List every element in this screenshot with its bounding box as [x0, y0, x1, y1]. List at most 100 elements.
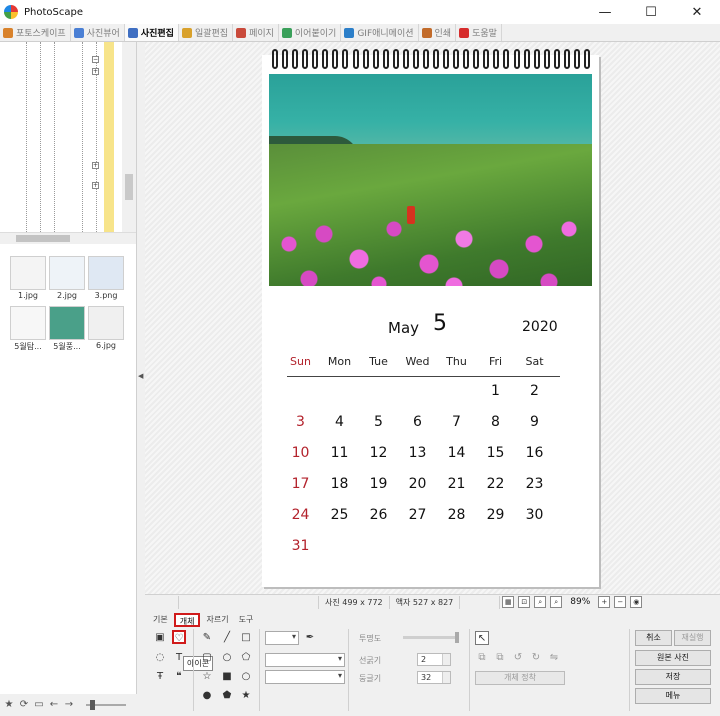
quote-icon[interactable]: ❝ [172, 670, 186, 684]
photo-icon[interactable]: ▣ [153, 631, 167, 645]
thumbnail-item[interactable]: 3.png [86, 254, 126, 304]
original-photo-button[interactable]: 원본 사진 [635, 650, 711, 666]
redo-button[interactable]: 재실행 [674, 630, 711, 646]
tool-subtab[interactable]: 자르기 [202, 613, 232, 627]
undo-button[interactable]: 취소 [635, 630, 672, 646]
dash-style-combo[interactable] [265, 670, 345, 684]
tab-3[interactable]: 일괄편집 [179, 24, 234, 41]
circle-icon[interactable]: ○ [220, 651, 234, 665]
filled-pentagon-icon[interactable]: ⬟ [220, 689, 234, 703]
file-browser-pane: − + + + 1.jpg 2.jpg 3.png 5월탐... 5월풍... 6.jpg [0, 42, 136, 694]
collapse-arrow-icon[interactable]: ◀ [138, 372, 143, 380]
tab-8[interactable]: 도움말 [456, 24, 502, 41]
zoom-in-icon[interactable]: + [598, 596, 611, 608]
tab-0[interactable]: 포토스케이프 [0, 24, 71, 41]
line-icon[interactable]: ╱ [220, 631, 234, 645]
tab-1[interactable]: 사진뷰어 [71, 24, 125, 41]
folder-icon[interactable]: ▭ [33, 699, 45, 711]
weekday-header: Sun [290, 355, 311, 368]
status-frame-size: 액자 527 x 827 [390, 595, 461, 609]
filled-circle-icon[interactable]: ○ [239, 670, 253, 684]
filled-star-icon[interactable]: ★ [239, 689, 253, 703]
line-width-stepper[interactable]: 2 [417, 653, 451, 666]
tree-vertical-scrollbar[interactable] [122, 42, 136, 232]
star-icon[interactable]: ★ [3, 699, 15, 711]
actual-size-icon[interactable]: ⌕ [550, 596, 563, 608]
send-back-icon[interactable]: ⧉ [493, 651, 507, 665]
close-button[interactable]: ✕ [674, 0, 720, 24]
tree-expand-icon[interactable]: + [92, 68, 99, 75]
pane-splitter[interactable]: ◀ [136, 42, 145, 694]
thumbnail-image [10, 306, 46, 340]
tool-subtab[interactable]: 개체 [173, 613, 201, 627]
zoom-fit-icon[interactable]: ⌕ [534, 596, 547, 608]
calendar-date: 1 [491, 383, 500, 399]
rectangle-icon[interactable]: □ [239, 631, 253, 645]
thumbnail-item[interactable]: 5월탐... [8, 304, 48, 354]
filled-rect-icon[interactable]: ■ [220, 670, 234, 684]
rounded-rect-icon[interactable]: ▢ [200, 651, 214, 665]
forward-arrow-icon[interactable]: → [63, 699, 75, 711]
tree-expand-icon[interactable]: + [92, 182, 99, 189]
fit-icon[interactable]: ⊡ [518, 596, 531, 608]
tree-expand-icon[interactable]: − [92, 56, 99, 63]
tab-2[interactable]: 사진편집 [124, 24, 179, 41]
pointer-icon[interactable]: ↖ [475, 631, 489, 645]
rotate-icon[interactable]: ⟳ [18, 699, 30, 711]
tool-subtab[interactable]: 도구 [235, 613, 258, 627]
tab-label: 일괄편집 [194, 29, 229, 39]
spiral-binding [272, 49, 590, 71]
eyedropper-icon[interactable]: ✒ [303, 631, 317, 645]
folder-tree[interactable]: − + + + [0, 42, 136, 232]
calendar-date: 19 [369, 476, 388, 492]
object-fix-button[interactable]: 개체 정착 [475, 671, 565, 685]
tab-label: GIF애니메이션 [357, 29, 414, 39]
status-bar: 사진 499 x 772 액자 527 x 827 ▦ ⊡ ⌕ ⌕ 89% + … [145, 594, 720, 609]
opacity-slider[interactable] [403, 632, 459, 643]
tool-subtab[interactable]: 기본 [149, 613, 172, 627]
tree-expand-icon[interactable]: + [92, 162, 99, 169]
speech-bubble-icon[interactable]: ◌ [153, 651, 167, 665]
rotate-left-icon[interactable]: ↺ [511, 651, 525, 665]
round-stepper[interactable]: 32 [417, 671, 451, 684]
tab-7[interactable]: 인쇄 [419, 24, 457, 41]
tab-icon [3, 27, 13, 38]
bring-front-icon[interactable]: ⧉ [475, 651, 489, 665]
thumbnail-item[interactable]: 2.jpg [47, 254, 87, 304]
zoom-out-icon[interactable]: − [614, 596, 627, 608]
weekday-header: Mon [327, 355, 352, 368]
thumbnail-item[interactable]: 6.jpg [86, 304, 126, 354]
tab-5[interactable]: 이어붙이기 [279, 24, 342, 41]
thumbnail-size-slider[interactable] [86, 700, 126, 710]
binding-ring [372, 49, 379, 69]
color-combo[interactable] [265, 631, 299, 645]
tree-scroll-thumb[interactable] [125, 174, 133, 200]
maximize-button[interactable]: ☐ [628, 0, 674, 24]
rotate-right-icon[interactable]: ↻ [529, 651, 543, 665]
thumbnail-image [10, 256, 46, 290]
star-shape-icon[interactable]: ☆ [200, 670, 214, 684]
tool-subtabs: 기본 개체 자르기 도구 [149, 613, 259, 627]
tab-4[interactable]: 페이지 [233, 24, 279, 41]
thumbnail-item[interactable]: 5월풍... [47, 304, 87, 354]
filled-circle-icon[interactable]: ● [200, 689, 214, 703]
menu-button[interactable]: 메뉴 [635, 688, 711, 704]
tab-6[interactable]: GIF애니메이션 [341, 24, 419, 41]
zoom-100-icon[interactable]: ◉ [630, 596, 643, 608]
thumbnail-item[interactable]: 1.jpg [8, 254, 48, 304]
pentagon-icon[interactable]: ⬠ [239, 651, 253, 665]
minimize-button[interactable]: — [582, 0, 628, 24]
heart-icon[interactable]: ♡ [172, 630, 186, 644]
calendar-divider [287, 376, 560, 377]
magic-wand-icon[interactable]: ✎ [200, 631, 214, 645]
binding-ring [513, 49, 520, 69]
tab-label: 인쇄 [434, 29, 452, 39]
tree-hscroll-thumb[interactable] [16, 235, 70, 242]
text-format-icon[interactable]: Ŧ [153, 670, 167, 684]
back-arrow-icon[interactable]: ← [48, 699, 60, 711]
checker-icon[interactable]: ▦ [502, 596, 515, 608]
line-style-combo[interactable] [265, 653, 345, 667]
save-button[interactable]: 저장 [635, 669, 711, 685]
flip-icon[interactable]: ⇋ [547, 651, 561, 665]
binding-ring [503, 49, 510, 69]
